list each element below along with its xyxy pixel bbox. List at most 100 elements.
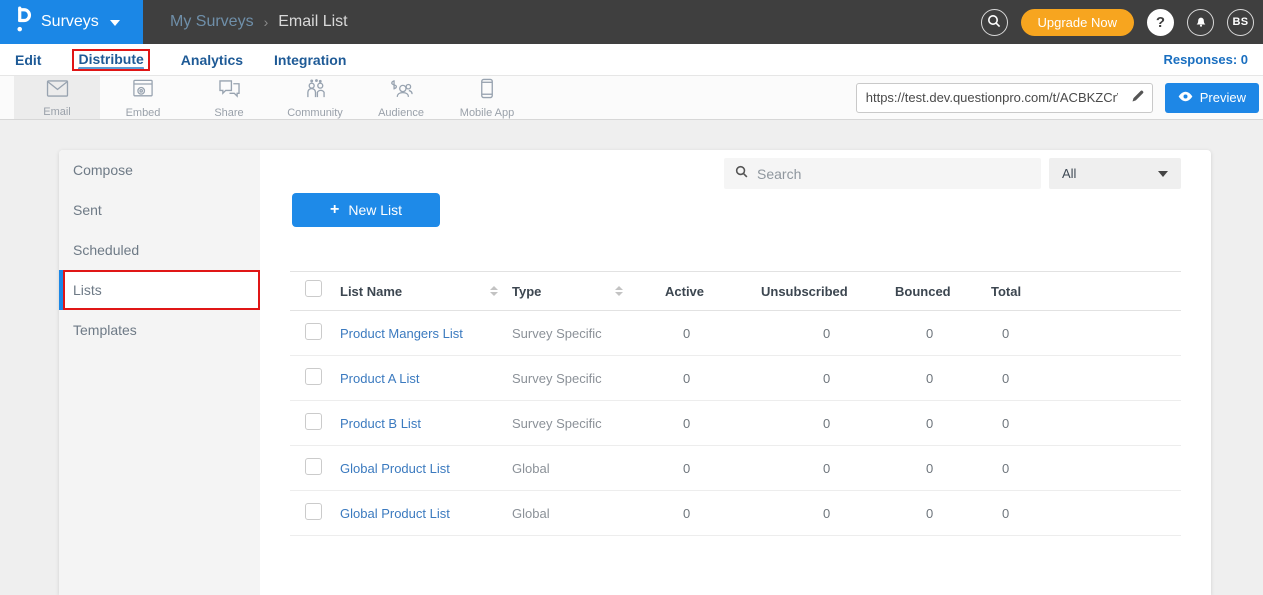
- active-count: 0: [665, 416, 761, 431]
- column-header-total: Total: [991, 284, 1181, 299]
- list-name-link[interactable]: Global Product List: [340, 506, 450, 521]
- email-sidebar: Compose Sent Scheduled Lists Templates: [59, 150, 260, 595]
- total-count: 0: [991, 416, 1181, 431]
- list-type: Survey Specific: [512, 326, 665, 341]
- list-type: Survey Specific: [512, 416, 665, 431]
- bounced-count: 0: [895, 416, 991, 431]
- total-count: 0: [991, 461, 1181, 476]
- survey-nav-tabs: Edit Distribute Analytics Integration Re…: [0, 44, 1263, 76]
- sidebar-item-sent[interactable]: Sent: [59, 190, 260, 230]
- bounced-count: 0: [895, 461, 991, 476]
- survey-url-box: [856, 83, 1153, 113]
- responses-count[interactable]: Responses: 0: [1163, 52, 1248, 67]
- audience-icon: [389, 79, 413, 104]
- sort-icon: [490, 286, 498, 296]
- preview-button[interactable]: Preview: [1165, 83, 1259, 113]
- channel-mobile-app[interactable]: Mobile App: [444, 76, 530, 119]
- pencil-icon: [1131, 89, 1145, 106]
- survey-url-input[interactable]: [857, 90, 1124, 105]
- total-count: 0: [991, 326, 1181, 341]
- breadcrumb-current: Email List: [278, 13, 347, 31]
- chevron-down-icon: [1158, 171, 1168, 177]
- row-checkbox[interactable]: [305, 503, 322, 520]
- breadcrumb-my-surveys[interactable]: My Surveys: [170, 13, 254, 31]
- table-row: Product Mangers List Survey Specific 0 0…: [290, 311, 1181, 356]
- lists-card: Compose Sent Scheduled Lists Templates A…: [59, 150, 1211, 595]
- list-type: Survey Specific: [512, 371, 665, 386]
- channel-email[interactable]: Email: [14, 76, 100, 119]
- bell-icon: [1194, 14, 1208, 31]
- bounced-count: 0: [895, 371, 991, 386]
- list-type: Global: [512, 506, 665, 521]
- app-switcher[interactable]: Surveys: [0, 0, 143, 44]
- chevron-down-icon: [110, 20, 120, 26]
- embed-icon: [132, 79, 154, 104]
- channel-community[interactable]: Community: [272, 76, 358, 119]
- active-count: 0: [665, 506, 761, 521]
- table-body: Product Mangers List Survey Specific 0 0…: [290, 311, 1181, 536]
- list-name-link[interactable]: Global Product List: [340, 461, 450, 476]
- sidebar-item-lists[interactable]: Lists: [59, 270, 260, 310]
- share-icon: [218, 79, 241, 104]
- product-name: Surveys: [41, 13, 99, 31]
- sidebar-item-compose[interactable]: Compose: [59, 150, 260, 190]
- upgrade-now-button[interactable]: Upgrade Now: [1021, 9, 1135, 36]
- list-name-link[interactable]: Product A List: [340, 371, 420, 386]
- unsubscribed-count: 0: [761, 416, 895, 431]
- bounced-count: 0: [895, 506, 991, 521]
- sidebar-item-templates[interactable]: Templates: [59, 310, 260, 350]
- channel-share[interactable]: Share: [186, 76, 272, 119]
- unsubscribed-count: 0: [761, 461, 895, 476]
- breadcrumb: My Surveys › Email List: [170, 13, 348, 31]
- select-all-checkbox[interactable]: [305, 280, 322, 297]
- row-checkbox[interactable]: [305, 458, 322, 475]
- column-header-type[interactable]: Type: [512, 284, 665, 299]
- tab-integration[interactable]: Integration: [274, 52, 346, 68]
- channel-embed[interactable]: Embed: [100, 76, 186, 119]
- table-header-row: List Name Type Active Unsubscribed Bounc…: [290, 271, 1181, 311]
- tab-analytics[interactable]: Analytics: [181, 52, 243, 68]
- search-icon: [987, 14, 1001, 31]
- tab-distribute[interactable]: Distribute: [78, 51, 143, 69]
- row-checkbox[interactable]: [305, 323, 322, 340]
- search-input[interactable]: [757, 166, 1030, 182]
- total-count: 0: [991, 371, 1181, 386]
- total-count: 0: [991, 506, 1181, 521]
- sort-icon: [615, 286, 623, 296]
- channel-audience[interactable]: Audience: [358, 76, 444, 119]
- mobile-icon: [480, 78, 494, 104]
- envelope-icon: [46, 79, 69, 103]
- column-header-bounced: Bounced: [895, 284, 991, 299]
- search-icon: [735, 165, 748, 183]
- distribute-channel-bar: Email Embed Share Community Audience Mob…: [0, 76, 1263, 120]
- questionpro-logo-icon: [15, 6, 32, 38]
- row-checkbox[interactable]: [305, 413, 322, 430]
- row-checkbox[interactable]: [305, 368, 322, 385]
- tab-edit[interactable]: Edit: [15, 52, 41, 68]
- help-button[interactable]: ?: [1147, 9, 1174, 36]
- unsubscribed-count: 0: [761, 506, 895, 521]
- user-avatar[interactable]: BS: [1227, 9, 1254, 36]
- list-name-link[interactable]: Product Mangers List: [340, 326, 463, 341]
- search-box: [724, 158, 1041, 189]
- edit-url-button[interactable]: [1124, 84, 1152, 112]
- column-header-active: Active: [665, 284, 761, 299]
- notifications-button[interactable]: [1187, 9, 1214, 36]
- plus-icon: +: [330, 201, 339, 219]
- content-area: Compose Sent Scheduled Lists Templates A…: [0, 120, 1263, 595]
- table-row: Global Product List Global 0 0 0 0: [290, 491, 1181, 536]
- top-bar: Surveys My Surveys › Email List Upgrade …: [0, 0, 1263, 44]
- list-filter-dropdown[interactable]: All: [1049, 158, 1181, 189]
- active-count: 0: [665, 326, 761, 341]
- search-button[interactable]: [981, 9, 1008, 36]
- list-name-link[interactable]: Product B List: [340, 416, 421, 431]
- tab-distribute-wrap: Distribute: [72, 49, 149, 71]
- new-list-button[interactable]: + New List: [292, 193, 440, 227]
- sidebar-item-scheduled[interactable]: Scheduled: [59, 230, 260, 270]
- list-type: Global: [512, 461, 665, 476]
- unsubscribed-count: 0: [761, 326, 895, 341]
- list-toolbar: All: [290, 158, 1181, 189]
- breadcrumb-separator: ›: [264, 14, 269, 30]
- community-icon: [304, 79, 327, 104]
- column-header-list-name[interactable]: List Name: [340, 284, 512, 299]
